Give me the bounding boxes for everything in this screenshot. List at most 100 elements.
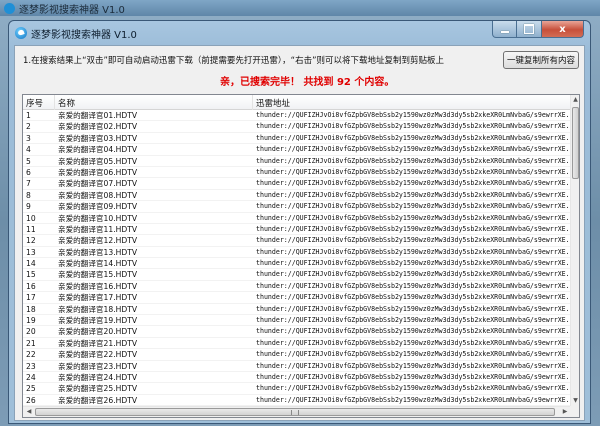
scroll-right-icon[interactable]: ▶ [561, 408, 569, 416]
row-url: thunder://QUFIZHJvOi8vfGZpbGV8ebSsb2y159… [256, 111, 571, 119]
row-url: thunder://QUFIZHJvOi8vfGZpbGV8ebSsb2y159… [256, 372, 571, 381]
table-row[interactable]: 12 亲爱的翻译官12.HDTV thunder://QUFIZHJvOi8vfGZ… [23, 235, 571, 247]
scroll-down-icon[interactable]: ▼ [571, 397, 579, 405]
row-name: 亲爱的翻译官15.HDTV [58, 270, 138, 280]
scroll-up-icon[interactable]: ▲ [571, 96, 579, 104]
table-row[interactable]: 26 亲爱的翻译官26.HDTV thunder://QUFIZHJvOi8vfGZ… [23, 395, 571, 406]
window-titlebar[interactable]: 逐梦影视搜索神器 V1.0 x [9, 21, 590, 45]
row-name: 亲爱的翻译官25.HDTV [58, 384, 138, 394]
table-row[interactable]: 22 亲爱的翻译官22.HDTV thunder://QUFIZHJvOi8vfGZ… [23, 349, 571, 361]
row-url: thunder://QUFIZHJvOi8vfGZpbGV8ebSsb2y159… [256, 190, 571, 199]
app-logo-icon [15, 27, 27, 39]
row-index: 18 [26, 304, 36, 314]
row-index: 3 [26, 133, 31, 143]
window-controls: x [492, 21, 584, 38]
row-url: thunder://QUFIZHJvOi8vfGZpbGV8ebSsb2y159… [256, 350, 571, 359]
table-row[interactable]: 3 亲爱的翻译官03.HDTV thunder://QUFIZHJvOi8vfGZp… [23, 133, 571, 145]
column-header-url[interactable]: 迅雷地址 [253, 95, 571, 110]
scroll-left-icon[interactable]: ◀ [25, 408, 33, 416]
row-name: 亲爱的翻译官17.HDTV [58, 293, 138, 303]
instruction-text: 1.在搜索结果上“双击”即可自动启动迅雷下载（前提需要先打开迅雷），“右击”则可… [23, 56, 444, 66]
row-url: thunder://QUFIZHJvOi8vfGZpbGV8ebSsb2y159… [256, 236, 571, 245]
row-url: thunder://QUFIZHJvOi8vfGZpbGV8ebSsb2y159… [256, 395, 571, 404]
table-row[interactable]: 20 亲爱的翻译官20.HDTV thunder://QUFIZHJvOi8vfGZ… [23, 326, 571, 338]
app-logo-icon [4, 3, 15, 14]
table-row[interactable]: 11 亲爱的翻译官11.HDTV thunder://QUFIZHJvOi8vfGZ… [23, 224, 571, 236]
table-row[interactable]: 19 亲爱的翻译官19.HDTV thunder://QUFIZHJvOi8vfGZ… [23, 315, 571, 327]
row-url: thunder://QUFIZHJvOi8vfGZpbGV8ebSsb2y159… [256, 293, 571, 302]
row-name: 亲爱的翻译官26.HDTV [58, 395, 138, 405]
table-row[interactable]: 14 亲爱的翻译官14.HDTV thunder://QUFIZHJvOi8vfGZ… [23, 258, 571, 270]
row-url: thunder://QUFIZHJvOi8vfGZpbGV8ebSsb2y159… [256, 145, 571, 154]
row-index: 17 [26, 293, 36, 303]
table-row[interactable]: 21 亲爱的翻译官21.HDTV thunder://QUFIZHJvOi8vfGZ… [23, 338, 571, 350]
horizontal-scrollbar[interactable]: ◀ ▶ [23, 406, 571, 417]
vertical-scroll-thumb[interactable] [572, 107, 579, 179]
row-url: thunder://QUFIZHJvOi8vfGZpbGV8ebSsb2y159… [256, 316, 571, 325]
close-icon: x [559, 23, 566, 35]
table-row[interactable]: 2 亲爱的翻译官02.HDTV thunder://QUFIZHJvOi8vfGZp… [23, 121, 571, 133]
table-row[interactable]: 7 亲爱的翻译官07.HDTV thunder://QUFIZHJvOi8vfGZp… [23, 178, 571, 190]
list-rows: 1 亲爱的翻译官01.HDTV thunder://QUFIZHJvOi8vfGZp… [23, 110, 571, 406]
desktop: 逐梦影视搜索神器 V1.0 逐梦影视搜索神器 V1.0 x 1.在搜索结果上“双… [0, 0, 600, 426]
table-row[interactable]: 15 亲爱的翻译官15.HDTV thunder://QUFIZHJvOi8vfGZ… [23, 269, 571, 281]
table-row[interactable]: 17 亲爱的翻译官17.HDTV thunder://QUFIZHJvOi8vfGZ… [23, 292, 571, 304]
row-index: 7 [26, 179, 31, 189]
row-name: 亲爱的翻译官02.HDTV [58, 122, 138, 132]
row-index: 25 [26, 384, 36, 394]
table-row[interactable]: 13 亲爱的翻译官13.HDTV thunder://QUFIZHJvOi8vfGZ… [23, 247, 571, 259]
row-url: thunder://QUFIZHJvOi8vfGZpbGV8ebSsb2y159… [256, 224, 571, 233]
row-url: thunder://QUFIZHJvOi8vfGZpbGV8ebSsb2y159… [256, 167, 571, 176]
row-index: 2 [26, 122, 31, 132]
row-url: thunder://QUFIZHJvOi8vfGZpbGV8ebSsb2y159… [256, 270, 571, 279]
row-index: 16 [26, 281, 36, 291]
column-header-name[interactable]: 名称 [55, 95, 253, 110]
row-name: 亲爱的翻译官18.HDTV [58, 304, 138, 314]
row-name: 亲爱的翻译官12.HDTV [58, 236, 138, 246]
status-text: 亲，已搜索完毕！ 共找到 92 个内容。 [220, 77, 395, 88]
row-index: 8 [26, 190, 31, 200]
row-name: 亲爱的翻译官20.HDTV [58, 327, 138, 337]
table-row[interactable]: 24 亲爱的翻译官24.HDTV thunder://QUFIZHJvOi8vfGZ… [23, 372, 571, 384]
copy-all-button[interactable]: 一键复制所有内容 [503, 51, 579, 69]
table-row[interactable]: 9 亲爱的翻译官09.HDTV thunder://QUFIZHJvOi8vfGZp… [23, 201, 571, 213]
row-url: thunder://QUFIZHJvOi8vfGZpbGV8ebSsb2y159… [256, 122, 571, 131]
row-url: thunder://QUFIZHJvOi8vfGZpbGV8ebSsb2y159… [256, 259, 571, 268]
row-name: 亲爱的翻译官16.HDTV [58, 281, 138, 291]
row-name: 亲爱的翻译官14.HDTV [58, 259, 138, 269]
row-index: 12 [26, 236, 36, 246]
row-index: 1 [26, 111, 31, 120]
row-name: 亲爱的翻译官22.HDTV [58, 350, 138, 360]
minimize-button[interactable] [492, 21, 517, 38]
table-row[interactable]: 6 亲爱的翻译官06.HDTV thunder://QUFIZHJvOi8vfGZp… [23, 167, 571, 179]
table-row[interactable]: 23 亲爱的翻译官23.HDTV thunder://QUFIZHJvOi8vfGZ… [23, 361, 571, 372]
row-name: 亲爱的翻译官24.HDTV [58, 372, 138, 382]
table-row[interactable]: 10 亲爱的翻译官10.HDTV thunder://QUFIZHJvOi8vfGZ… [23, 213, 571, 224]
results-list[interactable]: 序号 名称 迅雷地址 1 亲爱的翻译官01.HDTV thunder://QUFIZ… [22, 94, 580, 418]
maximize-button[interactable] [517, 21, 542, 38]
table-row[interactable]: 16 亲爱的翻译官16.HDTV thunder://QUFIZHJvOi8vfGZ… [23, 281, 571, 293]
vertical-scrollbar[interactable]: ▲ ▼ [570, 95, 579, 406]
client-area: 1.在搜索结果上“双击”即可自动启动迅雷下载（前提需要先打开迅雷），“右击”则可… [14, 45, 585, 421]
main-window: 逐梦影视搜索神器 V1.0 x 1.在搜索结果上“双击”即可自动启动迅雷下载（前… [8, 20, 591, 424]
table-row[interactable]: 18 亲爱的翻译官18.HDTV thunder://QUFIZHJvOi8vfGZ… [23, 304, 571, 316]
row-index: 11 [26, 224, 36, 234]
row-url: thunder://QUFIZHJvOi8vfGZpbGV8ebSsb2y159… [256, 361, 571, 370]
table-row[interactable]: 5 亲爱的翻译官05.HDTV thunder://QUFIZHJvOi8vfGZp… [23, 156, 571, 167]
row-index: 13 [26, 247, 36, 257]
row-index: 6 [26, 167, 31, 177]
row-name: 亲爱的翻译官13.HDTV [58, 247, 138, 257]
table-row[interactable]: 1 亲爱的翻译官01.HDTV thunder://QUFIZHJvOi8vfGZp… [23, 110, 571, 122]
row-url: thunder://QUFIZHJvOi8vfGZpbGV8ebSsb2y159… [256, 327, 571, 336]
scroll-grip-icon [291, 410, 299, 415]
horizontal-scroll-thumb[interactable] [35, 408, 555, 416]
row-index: 10 [26, 213, 36, 223]
table-row[interactable]: 4 亲爱的翻译官04.HDTV thunder://QUFIZHJvOi8vfGZp… [23, 144, 571, 156]
table-row[interactable]: 25 亲爱的翻译官25.HDTV thunder://QUFIZHJvOi8vfGZ… [23, 383, 571, 395]
close-button[interactable]: x [542, 21, 584, 38]
row-url: thunder://QUFIZHJvOi8vfGZpbGV8ebSsb2y159… [256, 213, 571, 222]
table-row[interactable]: 8 亲爱的翻译官08.HDTV thunder://QUFIZHJvOi8vfGZp… [23, 190, 571, 202]
column-header-index[interactable]: 序号 [23, 95, 55, 110]
background-window-titlebar: 逐梦影视搜索神器 V1.0 [0, 0, 600, 16]
scrollbar-corner [570, 406, 579, 417]
